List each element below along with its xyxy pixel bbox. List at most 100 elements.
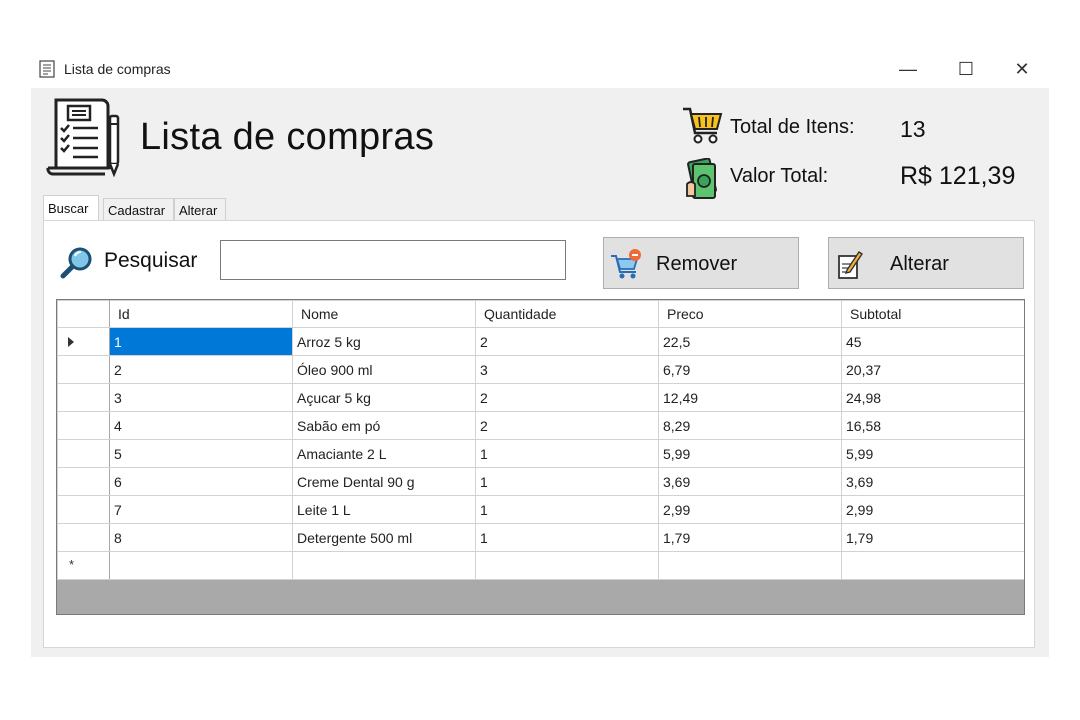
cell-preco[interactable]: 6,79 [658,355,842,384]
cell-subtotal[interactable]: 5,99 [841,439,1024,468]
cell-subtotal[interactable]: 2,99 [841,495,1024,524]
edit-note-icon [838,251,863,279]
row-header[interactable] [57,355,110,384]
cell-quantidade[interactable]: 1 [475,523,659,552]
cart-remove-icon [611,249,641,279]
tab-alterar[interactable]: Alterar [174,198,226,221]
table-header-row: Id Nome Quantidade Preco Subtotal [57,300,1024,328]
cart-icon [683,107,723,144]
cell-id[interactable]: 4 [109,411,293,440]
column-header-preco[interactable]: Preco [658,300,842,328]
cell-preco[interactable]: 3,69 [658,467,842,496]
cell-id[interactable]: 3 [109,383,293,412]
cell-nome[interactable]: Creme Dental 90 g [292,467,476,496]
cell-subtotal[interactable]: 3,69 [841,467,1024,496]
cell-subtotal[interactable]: 1,79 [841,523,1024,552]
cell-nome[interactable] [292,551,476,580]
remove-button-label: Remover [656,253,738,275]
cell-id[interactable]: 1 [109,327,293,356]
minimize-button[interactable]: — [879,52,937,86]
cell-preco[interactable]: 8,29 [658,411,842,440]
remove-button[interactable]: Remover [603,237,799,289]
tab-cadastrar[interactable]: Cadastrar [103,198,174,221]
maximize-button[interactable]: ☐ [937,52,995,86]
list-document-icon [46,98,120,178]
column-header-subtotal[interactable]: Subtotal [841,300,1024,328]
new-row[interactable]: * [57,551,1024,580]
edit-button-label: Alterar [890,253,949,275]
search-label: Pesquisar [104,249,198,272]
table-row[interactable]: 5 Amaciante 2 L 1 5,99 5,99 [57,439,1024,468]
cell-nome[interactable]: Açucar 5 kg [292,383,476,412]
table-row[interactable]: 4 Sabão em pó 2 8,29 16,58 [57,411,1024,440]
corner-header[interactable] [57,300,110,328]
close-button[interactable]: ✕ [993,52,1051,86]
cell-quantidade[interactable]: 2 [475,327,659,356]
cell-quantidade[interactable]: 2 [475,411,659,440]
cell-nome[interactable]: Leite 1 L [292,495,476,524]
app-window: Lista de compras — ☐ ✕ Lista de compras … [31,52,1049,657]
cell-preco[interactable]: 22,5 [658,327,842,356]
new-row-marker: * [69,557,75,572]
table-row[interactable]: 8 Detergente 500 ml 1 1,79 1,79 [57,523,1024,552]
cell-nome[interactable]: Detergente 500 ml [292,523,476,552]
total-items-value: 13 [900,116,926,142]
row-header[interactable] [57,495,110,524]
cell-subtotal[interactable]: 45 [841,327,1024,356]
products-grid[interactable]: Id Nome Quantidade Preco Subtotal 1 Arro… [56,299,1025,615]
row-header[interactable] [57,467,110,496]
row-header[interactable] [57,439,110,468]
cell-quantidade[interactable]: 1 [475,467,659,496]
app-icon [39,60,55,78]
tab-buscar[interactable]: Buscar [43,195,99,221]
cell-subtotal[interactable]: 16,58 [841,411,1024,440]
cell-nome[interactable]: Arroz 5 kg [292,327,476,356]
column-header-id[interactable]: Id [109,300,293,328]
row-header[interactable] [57,411,110,440]
cell-preco[interactable] [658,551,842,580]
cell-id[interactable]: 7 [109,495,293,524]
total-value-value: R$ 121,39 [900,162,1016,190]
table-row[interactable]: 3 Açucar 5 kg 2 12,49 24,98 [57,383,1024,412]
search-input[interactable] [220,240,566,280]
current-row-arrow-icon [68,337,74,347]
cell-subtotal[interactable] [841,551,1024,580]
cell-nome[interactable]: Amaciante 2 L [292,439,476,468]
cell-subtotal[interactable]: 20,37 [841,355,1024,384]
money-icon [686,158,717,199]
column-header-quantidade[interactable]: Quantidade [475,300,659,328]
row-header[interactable] [57,383,110,412]
column-header-nome[interactable]: Nome [292,300,476,328]
cell-id[interactable]: 2 [109,355,293,384]
cell-quantidade[interactable]: 1 [475,495,659,524]
table-row[interactable]: 2 Óleo 900 ml 3 6,79 20,37 [57,355,1024,384]
cell-quantidade[interactable]: 1 [475,439,659,468]
edit-button[interactable]: Alterar [828,237,1024,289]
cell-preco[interactable]: 1,79 [658,523,842,552]
row-header[interactable] [57,523,110,552]
cell-preco[interactable]: 12,49 [658,383,842,412]
total-value-label: Valor Total: [730,165,829,187]
cell-nome[interactable]: Sabão em pó [292,411,476,440]
search-icon [60,247,92,279]
cell-quantidade[interactable]: 2 [475,383,659,412]
cell-preco[interactable]: 5,99 [658,439,842,468]
row-header[interactable] [57,327,110,356]
title-bar: Lista de compras — ☐ ✕ [31,52,1049,88]
cell-id[interactable]: 6 [109,467,293,496]
cell-id[interactable] [109,551,293,580]
window-title: Lista de compras [64,61,171,77]
cell-id[interactable]: 8 [109,523,293,552]
row-header[interactable]: * [57,551,110,580]
cell-quantidade[interactable] [475,551,659,580]
cell-quantidade[interactable]: 3 [475,355,659,384]
table-row[interactable]: 6 Creme Dental 90 g 1 3,69 3,69 [57,467,1024,496]
cell-subtotal[interactable]: 24,98 [841,383,1024,412]
table-row[interactable]: 7 Leite 1 L 1 2,99 2,99 [57,495,1024,524]
table-row[interactable]: 1 Arroz 5 kg 2 22,5 45 [57,327,1024,356]
page-title: Lista de compras [140,116,435,158]
cell-preco[interactable]: 2,99 [658,495,842,524]
total-items-label: Total de Itens: [730,116,855,138]
cell-nome[interactable]: Óleo 900 ml [292,355,476,384]
cell-id[interactable]: 5 [109,439,293,468]
